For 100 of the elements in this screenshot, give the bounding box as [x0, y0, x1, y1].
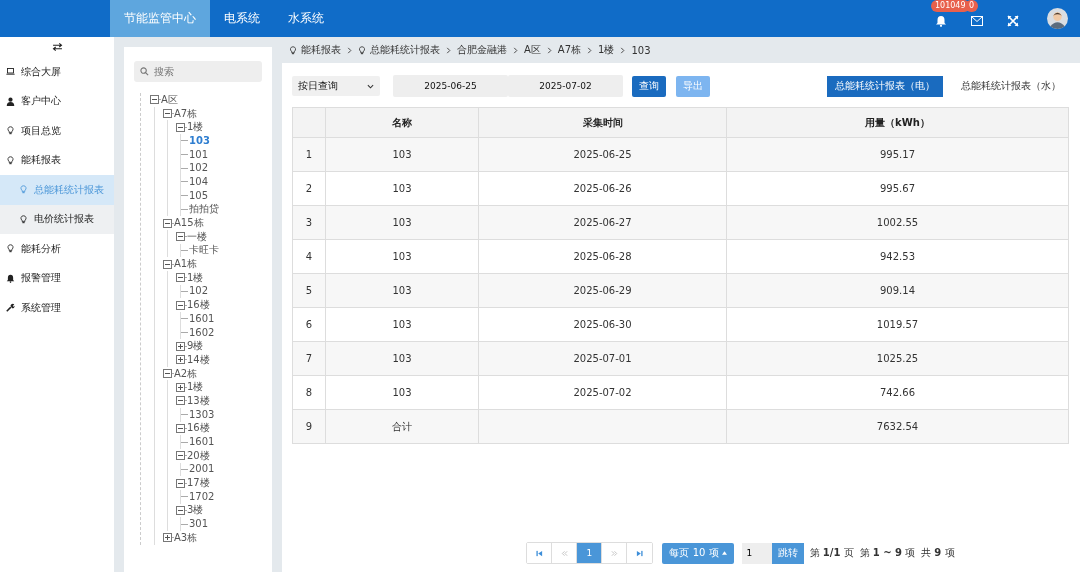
start-date-field[interactable]: 2025-06-25: [393, 75, 508, 97]
tree-node[interactable]: 9楼: [187, 340, 204, 353]
nav-tab[interactable]: 电系统: [210, 0, 274, 37]
chevron-icon: [513, 46, 518, 54]
collapse-icon[interactable]: [176, 300, 185, 310]
expand-icon[interactable]: [176, 341, 185, 351]
tree-node[interactable]: 20楼: [187, 449, 210, 462]
table-cell: 9: [292, 409, 326, 444]
table-cell: 103: [325, 239, 479, 274]
nav-tab[interactable]: 水系统: [274, 0, 338, 37]
sidebar-item[interactable]: 项目总览: [0, 116, 114, 146]
search-field[interactable]: 搜索: [134, 61, 262, 82]
collapse-icon[interactable]: [176, 122, 185, 132]
expand-icon[interactable]: [163, 533, 172, 543]
tree-node[interactable]: 103: [189, 134, 210, 147]
breadcrumb-item[interactable]: 能耗报表: [301, 43, 341, 57]
report-tab[interactable]: 总能耗统计报表（水）: [953, 75, 1069, 97]
tree-node[interactable]: 1601: [189, 436, 215, 449]
table-cell: 1025.25: [726, 341, 1069, 376]
collapse-icon[interactable]: [176, 423, 185, 433]
tree-node[interactable]: 102: [189, 162, 209, 175]
sidebar-item[interactable]: 综合大屏: [0, 57, 114, 87]
tree-node[interactable]: A3栋: [174, 531, 198, 544]
breadcrumb-item[interactable]: 103: [631, 44, 651, 56]
tree-node[interactable]: 1602: [189, 326, 215, 339]
tree-node[interactable]: 1702: [189, 490, 215, 503]
tree-node[interactable]: 1楼: [187, 121, 204, 134]
swap-icon[interactable]: [51, 43, 63, 51]
table-cell: 7632.54: [726, 409, 1069, 444]
collapse-icon[interactable]: [176, 232, 185, 242]
tree-node[interactable]: 1303: [189, 408, 215, 421]
tree-node[interactable]: 17楼: [187, 477, 210, 490]
lightbulb-icon: [6, 126, 15, 136]
tree-node[interactable]: 3楼: [187, 504, 204, 517]
chevron-icon: [347, 46, 352, 54]
end-date-field[interactable]: 2025-07-02: [508, 75, 623, 97]
sidebar-item[interactable]: 能耗分析: [0, 234, 114, 264]
tree-node[interactable]: A7栋: [174, 107, 198, 120]
caret-icon: [721, 551, 727, 555]
tree-node[interactable]: 101: [189, 148, 209, 161]
breadcrumb-item[interactable]: 1楼: [598, 43, 615, 57]
tree-node[interactable]: 16楼: [187, 422, 210, 435]
collapse-icon[interactable]: [150, 95, 159, 105]
search-icon: [140, 67, 149, 76]
tree-node[interactable]: 301: [189, 518, 209, 531]
collapse-icon[interactable]: [176, 396, 185, 406]
avatar[interactable]: [1047, 8, 1068, 29]
collapse-icon[interactable]: [163, 218, 172, 228]
sidebar-item[interactable]: 客户中心: [0, 86, 114, 116]
tree-node[interactable]: 一楼: [187, 230, 207, 243]
sidebar-item[interactable]: 电价统计报表: [0, 204, 114, 234]
double-chevron-right-icon: [611, 549, 618, 557]
sidebar-item[interactable]: 能耗报表: [0, 145, 114, 175]
tree-node[interactable]: 105: [189, 189, 209, 202]
tree-node[interactable]: 14楼: [187, 353, 210, 366]
fullscreen-icon[interactable]: [1007, 15, 1019, 27]
bell-icon[interactable]: [935, 15, 947, 27]
collapse-icon[interactable]: [176, 505, 185, 515]
report-tab[interactable]: 总能耗统计报表（电）: [827, 75, 943, 97]
breadcrumb-item[interactable]: 总能耗统计报表: [370, 43, 440, 57]
tree-node[interactable]: A15栋: [174, 217, 204, 230]
tree-node[interactable]: 1601: [189, 312, 215, 325]
tree-node[interactable]: 104: [189, 175, 209, 188]
expand-icon[interactable]: [176, 382, 185, 392]
table-cell: 8: [292, 375, 326, 410]
page-number-field[interactable]: 1: [741, 542, 772, 564]
collapse-icon[interactable]: [176, 451, 185, 461]
chevron-icon: [446, 46, 451, 54]
collapse-icon[interactable]: [163, 109, 172, 119]
lightbulb-icon: [6, 244, 15, 254]
mail-icon[interactable]: [971, 15, 983, 27]
last-page-icon: [636, 549, 644, 557]
tree-node[interactable]: A2栋: [174, 367, 198, 380]
mode-select[interactable]: 按日查询: [292, 76, 380, 96]
tree-node[interactable]: A区: [161, 93, 178, 106]
breadcrumb-item[interactable]: A7栋: [557, 43, 582, 57]
sidebar-item[interactable]: 报警管理: [0, 263, 114, 293]
query-button[interactable]: 查询: [632, 75, 666, 97]
tree-node[interactable]: 1楼: [187, 381, 204, 394]
collapse-icon[interactable]: [176, 273, 185, 283]
tree-node[interactable]: 拍拍贷: [189, 203, 219, 216]
tree-node[interactable]: A1栋: [174, 258, 198, 271]
chevron-icon: [587, 46, 593, 54]
tree-node[interactable]: 102: [189, 285, 209, 298]
tree-node[interactable]: 13楼: [187, 394, 210, 407]
expand-icon[interactable]: [176, 355, 185, 365]
tree-node[interactable]: 2001: [189, 463, 215, 476]
table-cell: 103: [325, 205, 479, 240]
tree-node[interactable]: 16楼: [187, 299, 210, 312]
column-header: 采集时间: [478, 107, 727, 138]
breadcrumb-item[interactable]: 合肥金融港: [457, 43, 507, 57]
collapse-icon[interactable]: [163, 259, 172, 269]
tree-node[interactable]: 卡旺卡: [189, 244, 219, 257]
tree-node[interactable]: 1楼: [187, 271, 204, 284]
bell-icon: [6, 273, 15, 283]
breadcrumb-item[interactable]: A区: [524, 43, 541, 57]
sidebar-item[interactable]: 系统管理: [0, 293, 114, 323]
collapse-icon[interactable]: [163, 369, 172, 379]
collapse-icon[interactable]: [176, 478, 185, 488]
table-cell: 1019.57: [726, 307, 1069, 342]
